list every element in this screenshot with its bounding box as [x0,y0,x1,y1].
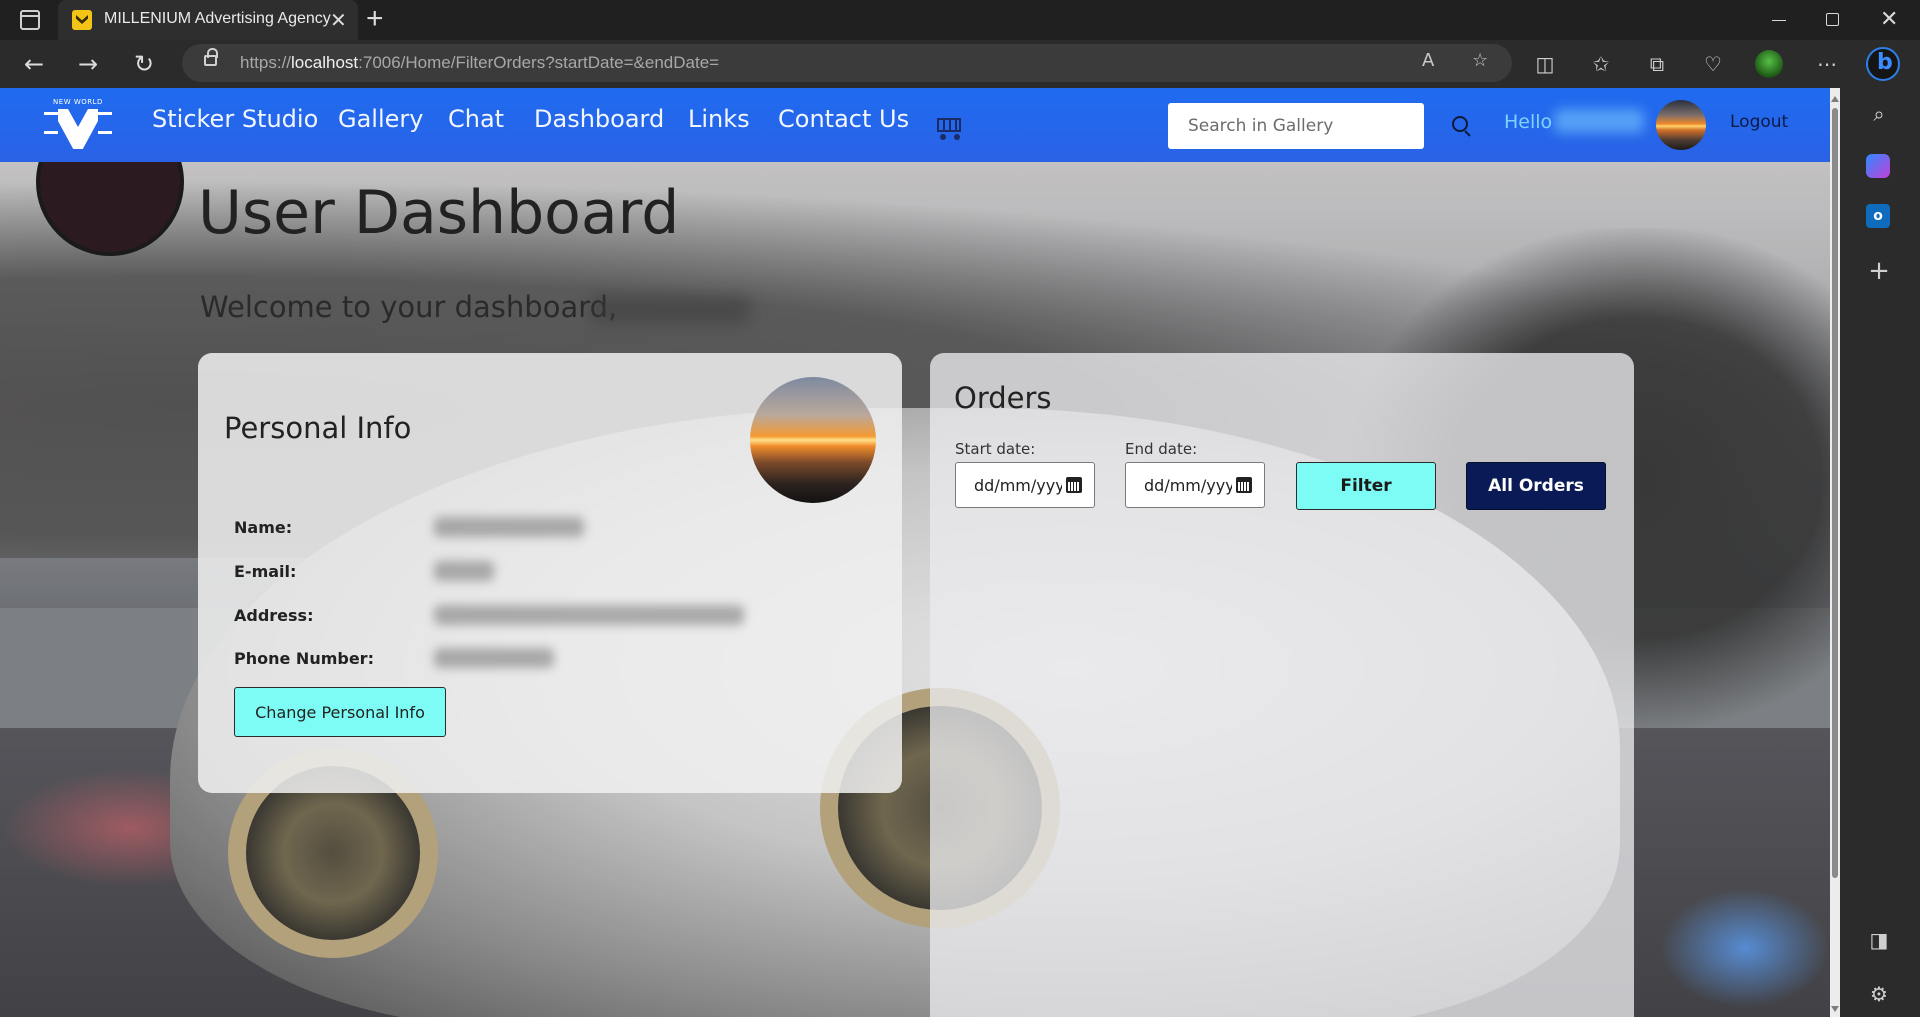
filter-button[interactable]: Filter [1296,462,1436,510]
sidebar-toggle-icon[interactable]: ◨ [1866,928,1892,954]
collections-icon[interactable]: ⧉ [1644,52,1670,76]
end-date-label: End date: [1125,440,1198,458]
nav-dashboard[interactable]: Dashboard [534,105,664,133]
end-date-value: dd/mm/yyyy [1144,476,1232,495]
scrollbar-thumb[interactable] [1832,108,1838,878]
edge-sidebar: ⌕ o + ◨ ⚙ [1840,88,1920,1017]
hello-greeting: Hello [1504,111,1553,133]
nav-chat[interactable]: Chat [448,105,504,133]
start-date-input[interactable]: dd/mm/yyyy [955,462,1095,508]
start-date-value: dd/mm/yyyy [974,476,1062,495]
url-text[interactable]: https://localhost:7006/Home/FilterOrders… [240,53,719,73]
tab-actions-icon[interactable] [20,10,40,30]
scroll-down-icon[interactable] [1831,1006,1839,1012]
tab-close-icon[interactable]: ✕ [330,8,347,33]
tab-title: MILLENIUM Advertising Agency [104,10,331,27]
page-viewport: NEW WORLD Sticker Studio Gallery Chat Da… [0,88,1830,1017]
end-date-input[interactable]: dd/mm/yyyy [1125,462,1265,508]
site-logo[interactable]: NEW WORLD [44,96,112,152]
sidebar-search-icon[interactable]: ⌕ [1866,102,1892,128]
window-minimize-icon[interactable] [1772,20,1786,21]
nav-sticker-studio[interactable]: Sticker Studio [152,105,318,133]
sidebar-add-icon[interactable]: + [1866,256,1892,286]
email-label: E-mail: [234,562,297,581]
orders-card: Orders Start date: dd/mm/yyyy End date: … [930,353,1634,1017]
change-personal-info-button[interactable]: Change Personal Info [234,687,446,737]
browser-essentials-icon[interactable]: ♡ [1700,52,1726,76]
gallery-search-input[interactable] [1168,103,1424,149]
scroll-up-icon[interactable] [1831,96,1839,102]
copilot-icon[interactable] [1866,47,1900,81]
read-aloud-icon[interactable]: A [1422,50,1434,71]
favorite-star-icon[interactable]: ☆ [1472,50,1488,71]
browser-tabbar: MILLENIUM Advertising Agency ✕ + ✕ [0,0,1920,40]
address-bar[interactable]: https://localhost:7006/Home/FilterOrders… [182,44,1512,82]
settings-gear-icon[interactable]: ⚙ [1866,982,1892,1008]
more-menu-icon[interactable]: ⋯ [1814,52,1840,76]
back-icon[interactable]: ← [18,48,50,80]
orders-title: Orders [954,381,1052,415]
address-value-redacted [434,605,744,625]
calendar-icon[interactable] [1066,477,1082,493]
refresh-icon[interactable]: ↻ [128,48,160,80]
search-icon[interactable] [1452,116,1474,138]
browser-toolbar: ← → ↻ https://localhost:7006/Home/Filter… [0,40,1920,88]
personal-info-title: Personal Info [224,411,412,445]
profile-picture [750,377,876,503]
sidebar-outlook-icon[interactable]: o [1866,204,1890,228]
nav-contact-us[interactable]: Contact Us [778,105,909,133]
phone-value-redacted [434,648,554,668]
cart-icon[interactable] [932,114,962,140]
forward-icon[interactable]: → [72,48,104,80]
personal-info-card: Personal Info Name: E-mail: Address: Pho… [198,353,902,793]
split-screen-icon[interactable]: ◫ [1532,52,1558,76]
window-maximize-icon[interactable] [1826,13,1839,26]
favorites-icon[interactable]: ✩ [1588,52,1614,76]
username-redacted [1554,109,1644,133]
calendar-icon[interactable] [1236,477,1252,493]
nav-links[interactable]: Links [688,105,750,133]
address-label: Address: [234,606,314,625]
sidebar-copilot-icon[interactable] [1866,154,1890,178]
window-close-icon[interactable]: ✕ [1880,6,1898,32]
page-title: User Dashboard [198,178,680,248]
name-label: Name: [234,518,293,537]
welcome-username-redacted [590,296,750,324]
browser-tab[interactable]: MILLENIUM Advertising Agency ✕ [58,0,358,40]
site-favicon-icon [72,10,92,30]
all-orders-button[interactable]: All Orders [1466,462,1606,510]
site-navbar: NEW WORLD Sticker Studio Gallery Chat Da… [0,88,1830,162]
start-date-label: Start date: [955,440,1036,458]
email-value-redacted [434,561,494,581]
phone-label: Phone Number: [234,649,374,668]
welcome-message: Welcome to your dashboard, [200,290,618,324]
profile-avatar[interactable] [1755,50,1783,78]
nav-gallery[interactable]: Gallery [338,105,423,133]
avatar[interactable] [1656,100,1706,150]
new-tab-icon[interactable]: + [366,2,384,36]
logout-link[interactable]: Logout [1730,112,1788,132]
name-value-redacted [434,517,584,537]
lock-icon[interactable] [204,48,218,66]
